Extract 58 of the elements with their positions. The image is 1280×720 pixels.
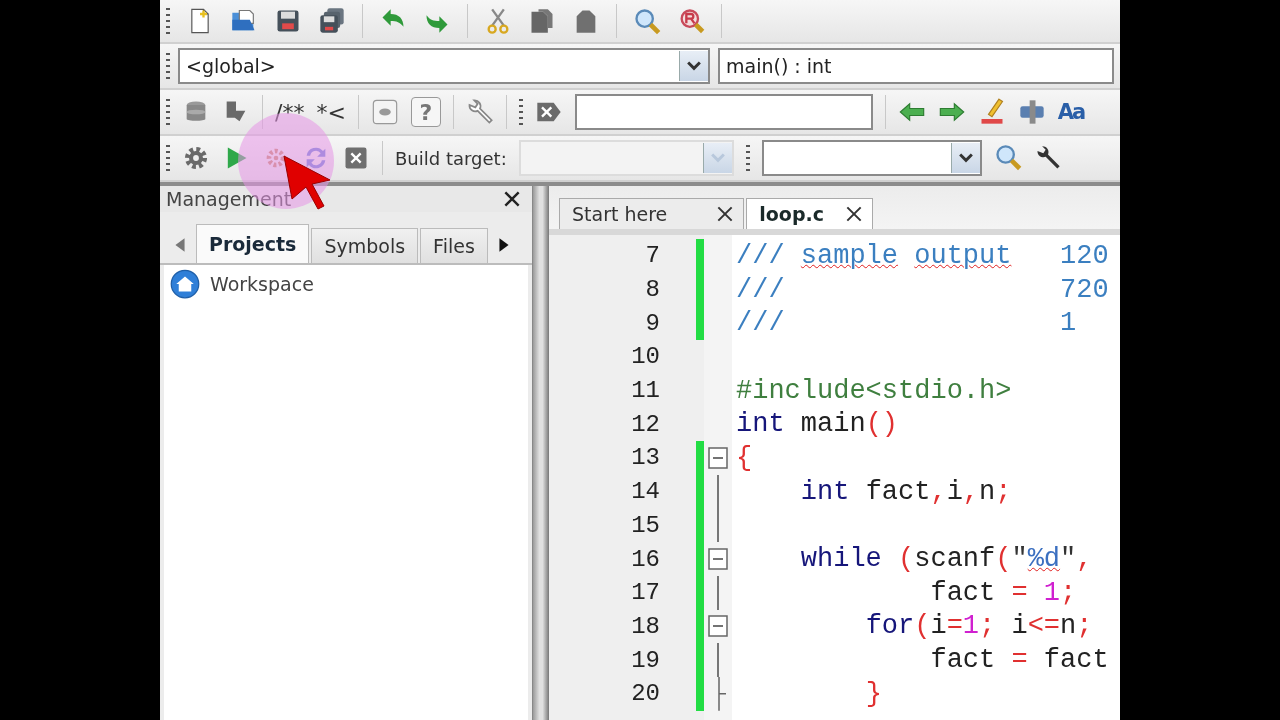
gear-icon[interactable] xyxy=(182,144,210,172)
code-line: while (scanf("%d", xyxy=(799,544,1093,575)
editor-tab[interactable]: Start here xyxy=(559,198,745,229)
panel-title: Management xyxy=(166,188,292,210)
code-line: int fact,i,n; xyxy=(799,476,1012,507)
line-number: 15 xyxy=(630,510,661,541)
code-line: #include<stdio.h> xyxy=(735,375,1012,406)
fold-icon[interactable] xyxy=(708,615,728,638)
search-icon[interactable] xyxy=(633,7,661,35)
line-number: 12 xyxy=(630,409,661,440)
fold-icon[interactable] xyxy=(708,446,728,469)
scroll-right-icon[interactable] xyxy=(497,237,510,253)
panel-tab[interactable]: Files xyxy=(420,228,488,263)
line-number: 14 xyxy=(630,477,661,508)
line-number: 7 xyxy=(644,241,661,272)
close-icon[interactable] xyxy=(504,191,520,207)
scroll-left-icon[interactable] xyxy=(174,237,186,253)
line-number: 19 xyxy=(630,645,661,676)
editor-tab[interactable]: loop.c xyxy=(746,198,873,229)
code-line: fact = fact xyxy=(929,645,1109,676)
close-icon[interactable] xyxy=(717,206,734,222)
line-number: 17 xyxy=(630,578,661,609)
code-line: for(i=1; i<=n; xyxy=(864,611,1093,642)
tool-icon[interactable] xyxy=(1017,98,1046,126)
search-icon[interactable] xyxy=(993,144,1022,172)
code-line: /// sample output 120 xyxy=(735,240,1109,271)
line-number: 20 xyxy=(630,679,661,710)
code-line: { xyxy=(735,442,753,473)
splitter[interactable] xyxy=(533,186,549,720)
comment-button[interactable]: /** xyxy=(275,99,305,125)
code-line: /// 1 xyxy=(735,308,1077,339)
close-icon[interactable] xyxy=(846,206,862,222)
line-number: 8 xyxy=(644,275,661,306)
search-field[interactable] xyxy=(574,94,873,130)
doc-icon[interactable] xyxy=(370,98,399,126)
code-line: fact = 1; xyxy=(929,577,1077,608)
function-field[interactable]: main() : int xyxy=(718,48,1114,84)
code-editor[interactable]: 7 /// sample output 120 8 /// 720 9 /// 1 10 11 #include<stdio.h> 12 int main() 13 { 14 int fact,i,n; 15 16 while (scanf("%d", 17 fact = 1; 18 for(i=1; i<=n; 19 fact = fact 20 } xyxy=(549,235,1120,720)
line-number: 11 xyxy=(630,376,661,407)
line-number: 16 xyxy=(630,544,661,575)
tree-item[interactable]: Workspace xyxy=(170,269,522,299)
line-number: 10 xyxy=(630,342,661,373)
code-line: /// 720 xyxy=(735,274,1109,305)
line-number: 9 xyxy=(644,308,661,339)
scope-dropdown[interactable]: <global> xyxy=(178,48,710,84)
comment-button[interactable]: *< xyxy=(316,99,346,125)
line-number: 18 xyxy=(630,611,661,642)
panel-tab[interactable]: Symbols xyxy=(311,228,419,263)
fold-icon[interactable] xyxy=(708,548,728,571)
help-button[interactable]: ? xyxy=(410,97,441,127)
line-number: 13 xyxy=(630,443,661,474)
save-all-icon[interactable] xyxy=(318,7,346,35)
build-target-label: Build target: xyxy=(395,147,507,169)
panel-tab[interactable]: Projects xyxy=(196,224,310,263)
code-line: } xyxy=(864,678,882,709)
match-case-button[interactable]: Aa xyxy=(1057,100,1085,124)
home-icon xyxy=(170,269,200,299)
code-line: int main() xyxy=(735,409,899,440)
